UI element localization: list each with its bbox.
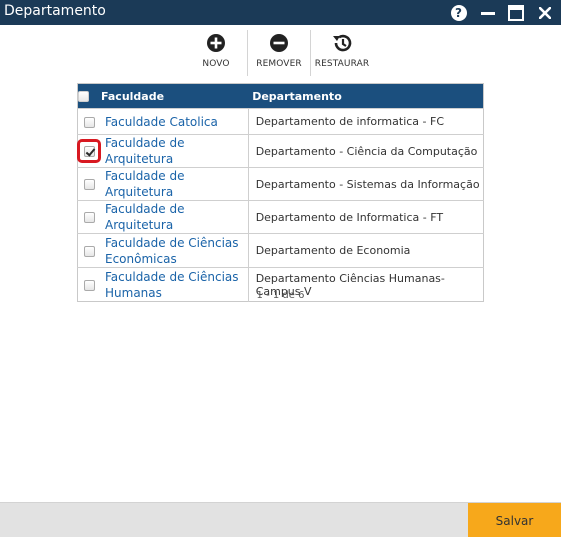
column-header-faculdade[interactable]: Faculdade <box>101 83 249 109</box>
row-checkbox[interactable] <box>84 212 95 223</box>
minimize-button[interactable] <box>478 3 497 22</box>
row-checkbox[interactable] <box>84 179 95 190</box>
remove-button[interactable]: REMOVER <box>248 30 310 76</box>
pagination-info: 1 - 1 de 6 <box>256 290 305 301</box>
row-checkbox-checked[interactable] <box>83 145 95 157</box>
footer-bar: Salvar <box>0 502 561 537</box>
new-button[interactable]: NOVO <box>185 30 247 76</box>
table-row: Faculdade Catolica Departamento de infor… <box>77 108 484 135</box>
faculdade-link[interactable]: Faculdade de Ciências Econômicas <box>101 235 248 267</box>
faculdade-link[interactable]: Faculdade de Arquitetura <box>101 135 248 167</box>
faculdade-link[interactable]: Faculdade Catolica <box>101 114 248 130</box>
plus-circle-icon <box>206 32 226 54</box>
row-checkbox[interactable] <box>84 116 95 128</box>
select-all-checkbox[interactable] <box>78 91 89 102</box>
table-header-row: Faculdade Departamento <box>77 83 484 109</box>
departamento-dialog: Departamento ? NOVO REMOVER RESTAURAR Fa… <box>0 0 561 537</box>
minus-circle-icon <box>269 32 289 54</box>
maximize-button[interactable] <box>506 3 525 22</box>
column-header-departamento[interactable]: Departamento <box>248 83 484 109</box>
new-label: NOVO <box>202 59 230 69</box>
restore-label: RESTAURAR <box>314 59 370 69</box>
departamento-cell: Departamento - Ciência da Computação <box>248 134 484 168</box>
row-checkbox[interactable] <box>84 245 95 257</box>
restore-history-icon <box>331 32 353 54</box>
maximize-icon <box>507 4 524 21</box>
window-title: Departamento <box>4 3 106 19</box>
help-button[interactable]: ? <box>449 3 468 22</box>
minimize-icon <box>480 11 495 15</box>
save-button[interactable]: Salvar <box>468 503 561 537</box>
selection-highlight <box>77 139 101 163</box>
departamento-cell: Departamento de Economia <box>248 233 484 268</box>
toolbar: NOVO REMOVER RESTAURAR <box>185 30 373 76</box>
help-icon: ? <box>450 4 467 21</box>
restore-button[interactable]: RESTAURAR <box>311 30 373 76</box>
faculdade-link[interactable]: Faculdade de Arquitetura <box>101 201 248 233</box>
table-row: Faculdade de Ciências Econômicas Departa… <box>77 233 484 268</box>
table-row: Faculdade de Arquitetura Departamento - … <box>77 134 484 168</box>
remove-label: REMOVER <box>256 59 302 69</box>
table-row: Faculdade de Arquitetura Departamento de… <box>77 200 484 234</box>
departamento-cell: Departamento de Informatica - FT <box>248 200 484 234</box>
select-all-cell <box>77 83 101 109</box>
close-icon <box>538 6 551 19</box>
row-checkbox[interactable] <box>84 279 95 291</box>
table-row: Faculdade de Arquitetura Departamento - … <box>77 167 484 201</box>
departamento-cell: Departamento - Sistemas da Informação <box>248 167 484 201</box>
close-button[interactable] <box>535 3 554 22</box>
departments-table: Faculdade Departamento Faculdade Catolic… <box>77 83 484 302</box>
departamento-cell: Departamento de informatica - FC <box>248 108 484 135</box>
title-bar: Departamento ? <box>0 0 561 25</box>
faculdade-link[interactable]: Faculdade de Arquitetura <box>101 168 248 200</box>
